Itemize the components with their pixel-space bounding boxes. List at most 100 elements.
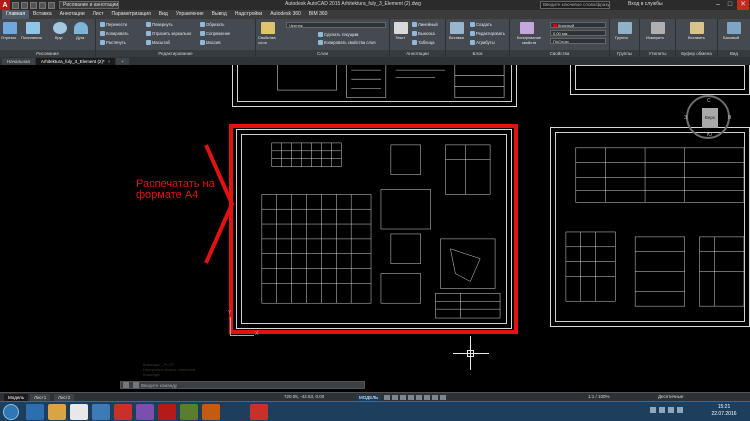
new-tab-button[interactable]: + <box>116 58 129 65</box>
model-space-button[interactable]: МОДЕЛЬ <box>356 394 382 401</box>
move-tool[interactable]: Перенести <box>100 22 127 27</box>
stretch-tool[interactable]: Растянуть <box>100 40 126 45</box>
signin-link[interactable]: Вход в службы <box>628 1 663 7</box>
mirror-tool[interactable]: Отразить зеркально <box>146 31 191 36</box>
modify-panel-title[interactable]: Редактирование <box>96 50 255 57</box>
layers-panel-title[interactable]: Слои <box>256 50 389 57</box>
utilities-panel-title[interactable]: Утилиты <box>640 50 675 57</box>
leader-tool[interactable]: Выноска <box>412 31 435 36</box>
command-input[interactable]: Введите команду <box>141 383 177 388</box>
compass-east[interactable]: В <box>728 115 731 121</box>
grid-toggle-icon[interactable] <box>384 395 390 400</box>
pdf-taskbar-icon[interactable] <box>250 404 268 420</box>
system-clock[interactable]: 15:21 22.07.2016 <box>705 404 743 418</box>
media-taskbar-icon[interactable] <box>70 404 88 420</box>
ortho-toggle-icon[interactable] <box>400 395 406 400</box>
snap-toggle-icon[interactable] <box>392 395 398 400</box>
tab-annotate[interactable]: Аннотации <box>56 10 89 19</box>
draw-panel-title[interactable]: Рисование <box>0 50 95 57</box>
otrack-toggle-icon[interactable] <box>424 395 430 400</box>
tab-manage[interactable]: Управление <box>172 10 208 19</box>
word-taskbar-icon[interactable] <box>92 404 110 420</box>
rotate-tool[interactable]: Повернуть <box>146 22 173 27</box>
transparency-toggle-icon[interactable] <box>440 395 446 400</box>
make-current-tool[interactable]: Сделать текущим <box>318 32 358 37</box>
groups-panel-title[interactable]: Группы <box>610 50 639 57</box>
line-tool-icon[interactable] <box>3 22 17 34</box>
compass-north[interactable]: С <box>707 98 711 104</box>
ie-taskbar-icon[interactable] <box>26 404 44 420</box>
tab-layout1[interactable]: Лист1 <box>30 394 51 401</box>
view-panel-title[interactable]: Вид <box>718 50 750 57</box>
acrobat-taskbar-icon[interactable] <box>114 404 132 420</box>
app-taskbar-icon[interactable] <box>136 404 154 420</box>
tab-output[interactable]: Вывод <box>208 10 231 19</box>
tab-a360[interactable]: Autodesk 360 <box>266 10 305 19</box>
annotation-scale[interactable]: 1:1 / 100% <box>588 394 610 399</box>
redo-icon[interactable] <box>48 1 55 9</box>
tab-parametric[interactable]: Параметризация <box>108 10 155 19</box>
table-tool[interactable]: Таблица <box>412 40 434 45</box>
fillet-tool[interactable]: Сопряжение <box>200 31 230 36</box>
properties-panel-title[interactable]: Свойства <box>510 50 609 57</box>
volume-icon[interactable] <box>668 407 674 413</box>
language-icon[interactable] <box>650 407 656 413</box>
minimize-button[interactable]: – <box>712 0 724 10</box>
close-tab-icon[interactable]: × <box>108 59 111 64</box>
base-view-icon[interactable] <box>727 22 741 34</box>
linear-dim-tool[interactable]: Линейный <box>412 22 438 27</box>
utility-taskbar-icon[interactable] <box>180 404 198 420</box>
edit-block-tool[interactable]: Редактировать <box>470 31 505 36</box>
units-status[interactable]: Десятичные <box>658 394 683 399</box>
start-button[interactable] <box>3 404 19 420</box>
undo-icon[interactable] <box>39 1 46 9</box>
explorer-taskbar-icon[interactable] <box>48 404 66 420</box>
scale-tool[interactable]: Масштаб <box>146 40 170 45</box>
drawing-canvas[interactable]: Распечатать на формате А4 Верх С Ю З В X… <box>0 65 750 392</box>
new-file-icon[interactable] <box>12 1 19 9</box>
maximize-button[interactable]: □ <box>724 0 736 10</box>
compass-south[interactable]: Ю <box>707 132 712 138</box>
clipboard-panel-title[interactable]: Буфер обмена <box>676 50 717 57</box>
workspace-select[interactable]: Рисование и аннотации <box>59 1 119 9</box>
doc-tab-start[interactable]: Начальная <box>2 58 35 65</box>
tab-layout[interactable]: Лист <box>89 10 108 19</box>
lineweight-dropdown[interactable]: 0.00 мм <box>550 30 606 36</box>
layer-dropdown[interactable]: Чертеж <box>286 22 386 28</box>
tab-model[interactable]: Модель <box>4 394 29 401</box>
color-dropdown[interactable]: Красный <box>550 22 606 28</box>
command-line[interactable]: Введите команду <box>120 381 365 389</box>
cursor-coordinates[interactable]: 720.05, -42.53, 0.00 <box>284 394 324 399</box>
tab-layout2[interactable]: Лист2 <box>54 394 75 401</box>
viewcube[interactable]: Верх С Ю З В <box>684 95 731 139</box>
block-panel-title[interactable]: Блок <box>446 50 509 57</box>
close-button[interactable]: ✕ <box>737 0 749 10</box>
autocad-taskbar-icon[interactable] <box>158 404 176 420</box>
powerpoint-taskbar-icon[interactable] <box>202 404 220 420</box>
flag-icon[interactable] <box>677 407 683 413</box>
create-block-tool[interactable]: Создать <box>470 22 492 27</box>
polyline-tool-icon[interactable] <box>26 22 40 34</box>
tab-addins[interactable]: Надстройки <box>231 10 266 19</box>
compass-west[interactable]: З <box>684 115 687 121</box>
doc-tab-drawing[interactable]: Arhitektura_fuly_3_Element (2)* × <box>35 58 116 65</box>
array-tool[interactable]: Массив <box>200 40 221 45</box>
text-tool-icon[interactable] <box>394 22 408 34</box>
app-menu-icon[interactable]: A <box>0 0 10 10</box>
attributes-tool[interactable]: Атрибуты <box>470 40 495 45</box>
search-input[interactable]: Введите ключевое слово/фразу <box>540 1 610 9</box>
annotation-panel-title[interactable]: Аннотации <box>390 50 445 57</box>
command-close-icon[interactable] <box>123 382 129 388</box>
linetype-dropdown[interactable]: ПоСлою <box>550 38 606 44</box>
group-icon[interactable] <box>618 22 632 34</box>
tab-bim360[interactable]: BIM 360 <box>305 10 332 19</box>
viewcube-face[interactable]: Верх <box>702 108 718 128</box>
lineweight-toggle-icon[interactable] <box>432 395 438 400</box>
tab-insert[interactable]: Вставка <box>29 10 56 19</box>
circle-tool-icon[interactable] <box>53 22 67 34</box>
save-icon[interactable] <box>30 1 37 9</box>
layer-properties-icon[interactable] <box>261 22 275 34</box>
arc-tool-icon[interactable] <box>74 22 88 34</box>
tab-home[interactable]: Главная <box>2 10 30 19</box>
match-properties-icon[interactable] <box>520 22 534 34</box>
